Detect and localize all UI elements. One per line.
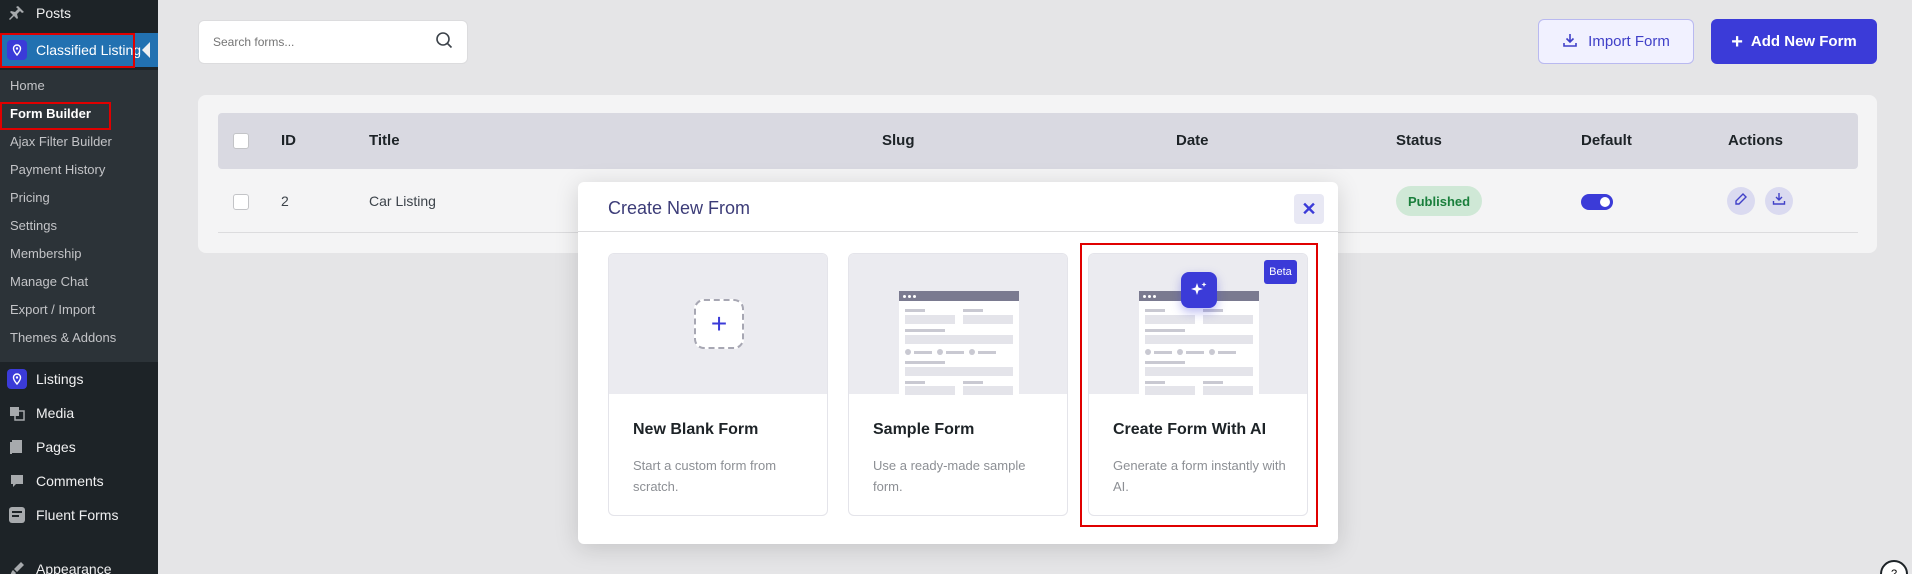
submenu-item-themes-addons[interactable]: Themes & Addons: [10, 326, 116, 348]
close-button[interactable]: ✕: [1294, 194, 1324, 224]
menu-item-media[interactable]: Media: [0, 396, 158, 430]
highlight-box: [0, 33, 135, 68]
search-input[interactable]: [213, 35, 435, 49]
submenu-item-ajax-filter-builder[interactable]: Ajax Filter Builder: [10, 130, 112, 152]
menu-item-posts[interactable]: Posts: [0, 0, 158, 30]
map-pin-icon: [7, 369, 27, 389]
submenu-item-home[interactable]: Home: [10, 74, 45, 96]
add-new-form-button[interactable]: + Add New Form: [1711, 19, 1877, 64]
submenu-item-membership[interactable]: Membership: [10, 242, 82, 264]
plus-icon: +: [694, 299, 744, 349]
highlight-box: [1080, 243, 1318, 527]
pages-icon: [7, 437, 27, 457]
media-icon: [7, 403, 27, 423]
menu-item-pages[interactable]: Pages: [0, 430, 158, 464]
submenu-item-payment-history[interactable]: Payment History: [10, 158, 105, 180]
search-box[interactable]: [198, 20, 468, 64]
search-icon[interactable]: [435, 31, 453, 54]
row-checkbox[interactable]: [233, 194, 249, 210]
close-icon: ✕: [1301, 198, 1317, 219]
th-date: Date: [1176, 132, 1209, 149]
menu-item-appearance[interactable]: Appearance: [0, 552, 158, 574]
option-description: Use a ready-made sample form.: [873, 458, 1026, 494]
edit-button[interactable]: [1727, 187, 1755, 215]
download-icon: [1772, 192, 1786, 211]
menu-item-label: Comments: [36, 473, 104, 489]
form-preview-icon: [899, 291, 1019, 395]
menu-item-label: Appearance: [36, 561, 112, 574]
submenu-item-settings[interactable]: Settings: [10, 214, 57, 236]
menu-item-listings[interactable]: Listings: [0, 362, 158, 396]
menu-item-comments[interactable]: Comments: [0, 464, 158, 498]
comment-icon: [7, 471, 27, 491]
option-blank-form[interactable]: + New Blank Form Start a custom form fro…: [608, 253, 828, 516]
option-title: Sample Form: [873, 421, 975, 438]
pushpin-icon: [7, 3, 27, 23]
th-actions: Actions: [1728, 132, 1784, 149]
option-thumbnail: +: [609, 254, 827, 394]
submenu-item-pricing[interactable]: Pricing: [10, 186, 50, 208]
cell-title[interactable]: Car Listing: [369, 193, 436, 209]
export-button[interactable]: [1765, 187, 1793, 215]
menu-item-label: Fluent Forms: [36, 507, 119, 523]
forms-icon: [7, 505, 27, 525]
download-icon: [1562, 32, 1578, 52]
modal-title: Create New From: [608, 198, 751, 218]
menu-item-fluent-forms[interactable]: Fluent Forms: [0, 498, 158, 532]
help-label: ?: [1890, 568, 1898, 574]
active-arrow-icon: [142, 42, 150, 58]
modal-divider: [578, 231, 1338, 232]
import-form-button[interactable]: Import Form: [1538, 19, 1694, 64]
brush-icon: [7, 559, 27, 574]
submenu-item-manage-chat[interactable]: Manage Chat: [10, 270, 88, 292]
th-default: Default: [1581, 132, 1632, 149]
menu-item-label: Pages: [36, 439, 76, 455]
import-form-label: Import Form: [1588, 33, 1670, 50]
admin-sidebar: Posts Classified Listing Home Form Build…: [0, 0, 158, 574]
select-all-checkbox[interactable]: [233, 133, 249, 149]
default-toggle[interactable]: [1581, 194, 1613, 210]
edit-icon: [1734, 192, 1748, 211]
th-id: ID: [281, 132, 296, 149]
option-sample-form[interactable]: Sample Form Use a ready-made sample form…: [848, 253, 1068, 516]
option-description: Start a custom form from scratch.: [633, 458, 777, 494]
th-status: Status: [1396, 132, 1442, 149]
menu-item-label: Listings: [36, 371, 84, 387]
cell-id: 2: [281, 193, 289, 209]
submenu-item-export-import[interactable]: Export / Import: [10, 298, 95, 320]
plus-icon: +: [1731, 30, 1743, 53]
status-badge: Published: [1396, 186, 1482, 216]
menu-item-label: Media: [36, 405, 75, 421]
option-title: New Blank Form: [633, 421, 759, 438]
th-title: Title: [369, 132, 400, 149]
add-new-form-label: Add New Form: [1750, 33, 1857, 50]
highlight-box: [0, 102, 111, 130]
option-thumbnail: [849, 254, 1067, 395]
th-slug: Slug: [882, 132, 915, 149]
menu-item-label: Posts: [36, 5, 72, 21]
